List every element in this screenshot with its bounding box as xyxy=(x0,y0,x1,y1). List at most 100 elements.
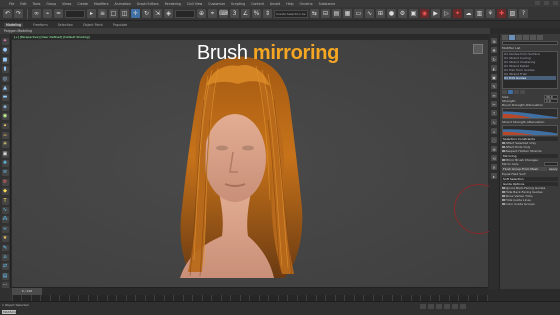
select-icon[interactable]: ▸ xyxy=(491,173,497,179)
link-icon[interactable]: ∞ xyxy=(32,9,41,18)
mini-listener-toggle[interactable] xyxy=(0,288,12,301)
workspace-icon[interactable]: ▧ xyxy=(508,9,517,18)
undo-icon[interactable]: ↶ xyxy=(3,9,12,18)
percent-snap-icon[interactable]: % xyxy=(252,9,261,18)
close-icon[interactable] xyxy=(553,1,558,5)
make-unique-icon[interactable] xyxy=(514,90,519,94)
maximize-viewport-icon[interactable]: ▣ xyxy=(491,74,497,80)
align-icon[interactable]: ⊟ xyxy=(321,9,330,18)
tab-freeform[interactable]: Freeform xyxy=(33,23,48,27)
menu-arnold[interactable]: Arnold xyxy=(267,2,283,6)
brush-icon[interactable]: ✎ xyxy=(491,83,497,89)
mirror-axis-dropdown[interactable] xyxy=(544,162,558,166)
delete-icon[interactable]: ✕ xyxy=(491,164,497,170)
render-cloud-icon[interactable]: ☁ xyxy=(464,9,473,18)
pivot-center-icon[interactable]: ⊕ xyxy=(197,9,206,18)
material-editor-icon[interactable]: ● xyxy=(387,9,396,18)
menu-ornatrix[interactable]: Ornatrix xyxy=(297,2,316,6)
twist-icon[interactable]: ⟲ xyxy=(491,155,497,161)
mirror-icon[interactable]: ⇆ xyxy=(310,9,319,18)
menu-scripting[interactable]: Scripting xyxy=(228,2,248,6)
menu-animation[interactable]: Animation xyxy=(112,2,134,6)
torus-icon[interactable]: ◎ xyxy=(1,75,9,83)
play-icon[interactable] xyxy=(436,304,442,309)
field-of-view-icon[interactable]: ◭ xyxy=(491,65,497,71)
object-name-field[interactable] xyxy=(502,41,558,45)
comb-icon[interactable]: ≡ xyxy=(491,92,497,98)
select-object-icon[interactable]: ▸ xyxy=(87,9,96,18)
star-icon[interactable]: ★ xyxy=(1,235,9,243)
angle-snap-icon[interactable]: ∠ xyxy=(241,9,250,18)
strength-spinner[interactable]: 1.0 xyxy=(544,99,558,103)
bind-spacewarp-icon[interactable]: ≈ xyxy=(54,9,63,18)
viewport[interactable] xyxy=(12,40,488,287)
redo-icon[interactable]: ↷ xyxy=(14,9,23,18)
snap-toggle-icon[interactable]: 3 xyxy=(230,9,239,18)
curve-editor-icon[interactable]: ∿ xyxy=(365,9,374,18)
wifi-icon[interactable]: ≈ xyxy=(1,225,9,233)
cut-icon[interactable]: ✂ xyxy=(491,101,497,107)
tab-selection[interactable]: Selection xyxy=(58,23,73,27)
maximize-icon[interactable] xyxy=(544,1,549,5)
tab-populate[interactable]: Populate xyxy=(113,23,127,27)
ribbon-toggle-icon[interactable]: ▭ xyxy=(354,9,363,18)
menu-content[interactable]: Content xyxy=(248,2,267,6)
menu-rendering[interactable]: Rendering xyxy=(162,2,184,6)
rendered-frame-icon[interactable]: ▣ xyxy=(409,9,418,18)
xref-icon[interactable]: ⇄ xyxy=(1,263,9,271)
tube-icon[interactable]: ◉ xyxy=(1,113,9,121)
reference-coordinate-dropdown[interactable] xyxy=(175,9,195,18)
scale-icon[interactable]: ⇲ xyxy=(153,9,162,18)
time-slider[interactable]: 0 / 100 xyxy=(12,288,42,295)
named-selection-set-field[interactable]: Create Selection Se xyxy=(274,9,308,18)
menu-graph-editors[interactable]: Graph Editors xyxy=(134,2,162,6)
light-icon[interactable]: ☀ xyxy=(1,141,9,149)
previous-frame-icon[interactable] xyxy=(428,304,434,309)
render-production-icon[interactable]: ▶ xyxy=(431,9,440,18)
motion-tab-icon[interactable] xyxy=(523,35,529,40)
viewcube-icon[interactable] xyxy=(473,44,483,54)
menu-edit[interactable]: Edit xyxy=(17,2,29,6)
tab-modeling[interactable]: Modeling xyxy=(4,22,23,27)
minimize-icon[interactable] xyxy=(535,1,540,5)
particle-icon[interactable]: ⁂ xyxy=(1,216,9,224)
create-tab-icon[interactable] xyxy=(502,35,508,40)
smooth-icon[interactable]: ∿ xyxy=(491,119,497,125)
cone-icon[interactable]: ▲ xyxy=(1,84,9,92)
move-icon[interactable]: ✛ xyxy=(131,9,140,18)
spinner-snap-icon[interactable]: ⇕ xyxy=(263,9,272,18)
render-iterative-icon[interactable]: ▷ xyxy=(442,9,451,18)
plane-icon[interactable]: ▬ xyxy=(1,94,9,102)
color-guide-checkbox[interactable]: Color Guide Groups xyxy=(502,202,558,206)
scene-explorer-icon[interactable]: ▤ xyxy=(332,9,341,18)
stack-item[interactable]: Ox Edit Guides xyxy=(504,76,556,80)
placement-icon[interactable]: ◈ xyxy=(164,9,173,18)
hierarchy-tab-icon[interactable] xyxy=(516,35,522,40)
orbit-icon[interactable]: ↻ xyxy=(491,56,497,62)
spline-icon[interactable]: ∿ xyxy=(1,207,9,214)
go-to-start-icon[interactable] xyxy=(420,304,426,309)
apply-button[interactable]: Apply xyxy=(548,167,558,171)
modify-tab-icon[interactable] xyxy=(509,35,515,40)
menu-civil-view[interactable]: Civil View xyxy=(184,2,205,6)
display-tab-icon[interactable] xyxy=(530,35,536,40)
rect-selection-icon[interactable]: □ xyxy=(109,9,118,18)
asset-library-icon[interactable]: ▥ xyxy=(475,9,484,18)
selection-filter-dropdown[interactable] xyxy=(65,9,85,18)
ornatrix-settings-icon[interactable]: ✚ xyxy=(497,9,506,18)
teapot-icon[interactable]: ☕ xyxy=(1,131,9,139)
soft-selection-header[interactable]: Soft Selection xyxy=(502,177,558,181)
cylinder-icon[interactable]: ▮ xyxy=(1,66,9,74)
layer-icon[interactable]: ▤ xyxy=(1,272,9,280)
menu-views[interactable]: Views xyxy=(59,2,74,6)
rotate-icon[interactable]: ↻ xyxy=(142,9,151,18)
systems-icon[interactable]: ⚙ xyxy=(1,178,9,186)
window-crossing-icon[interactable]: ◫ xyxy=(120,9,129,18)
paint-icon[interactable]: ✎ xyxy=(1,244,9,252)
spacewarp-icon[interactable]: ≋ xyxy=(1,169,9,177)
scene-states-icon[interactable]: ⌂ xyxy=(1,253,9,261)
menu-help[interactable]: Help xyxy=(283,2,296,6)
help-icon[interactable]: ? xyxy=(519,9,528,18)
menu-group[interactable]: Group xyxy=(43,2,59,6)
menu-customize[interactable]: Customize xyxy=(205,2,228,6)
